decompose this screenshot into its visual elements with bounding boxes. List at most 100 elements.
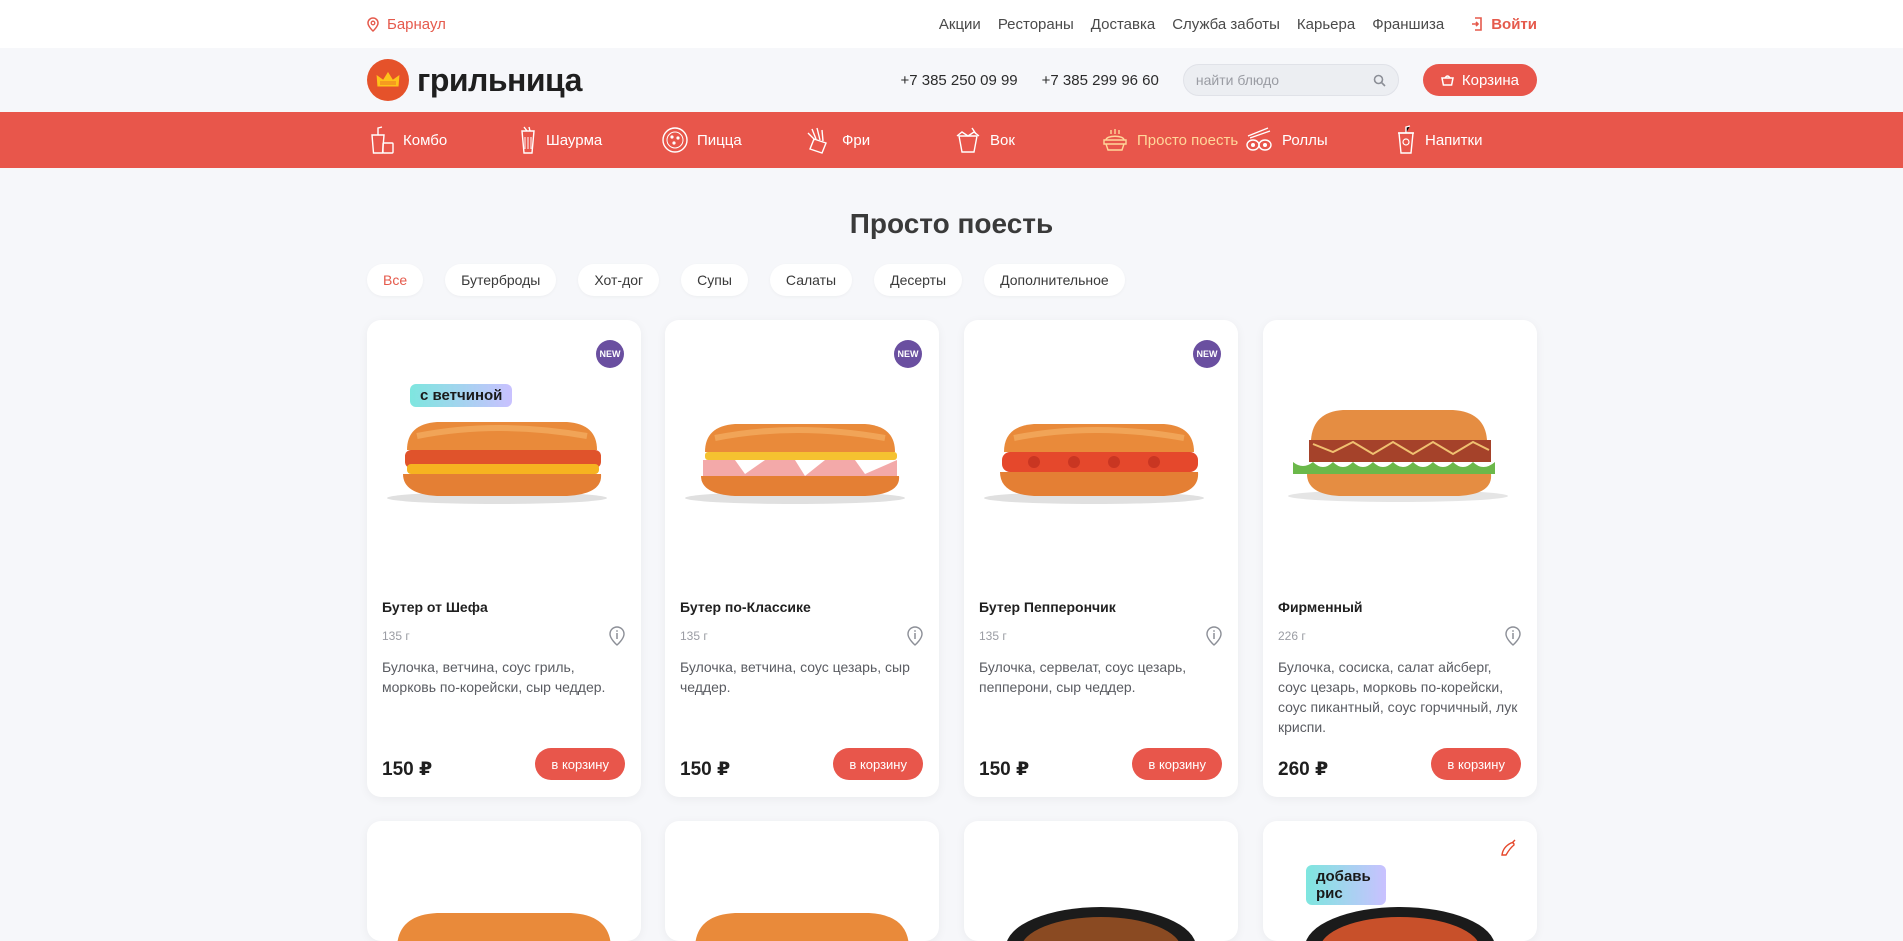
- crown-logo-icon: [367, 59, 409, 101]
- filter-chips: Все Бутерброды Хот-дог Супы Салаты Десер…: [367, 264, 1125, 296]
- category-label: Роллы: [1282, 131, 1328, 149]
- top-bar: Барнаул Акции Рестораны Доставка Служба …: [0, 0, 1903, 48]
- product-price: 150 ₽: [979, 759, 1030, 780]
- phone-2[interactable]: +7 385 299 96 60: [1042, 72, 1159, 89]
- wok-icon: [956, 127, 980, 153]
- product-name: Бутер Пепперончик: [979, 599, 1116, 615]
- combo-icon: [371, 126, 394, 154]
- add-to-cart-button[interactable]: в корзину: [1132, 748, 1222, 780]
- cart-button[interactable]: Корзина: [1422, 64, 1537, 96]
- category-label: Пицца: [697, 131, 742, 149]
- nutrition-info-icon[interactable]: [907, 626, 923, 651]
- nutrition-info-icon[interactable]: [609, 626, 625, 651]
- category-drinks[interactable]: Напитки: [1395, 125, 1483, 155]
- basket-icon: [1440, 75, 1454, 86]
- product-image: [397, 913, 611, 941]
- city-name: Барнаул: [387, 15, 446, 33]
- logo-text: грильница: [417, 61, 582, 98]
- promo-label: с ветчиной: [410, 384, 513, 407]
- filter-sandwiches[interactable]: Бутерброды: [445, 264, 557, 296]
- filter-desserts[interactable]: Десерты: [874, 264, 963, 296]
- add-to-cart-button[interactable]: в корзину: [535, 748, 625, 780]
- drinks-icon: [1398, 125, 1414, 154]
- chili-icon: [1501, 839, 1516, 856]
- new-badge: NEW: [1193, 340, 1221, 368]
- nav-career[interactable]: Карьера: [1297, 16, 1355, 33]
- cart-label: Корзина: [1461, 71, 1519, 89]
- product-price: 150 ₽: [680, 759, 731, 780]
- new-badge: NEW: [894, 340, 922, 368]
- location-pin-icon: [367, 16, 379, 32]
- product-card[interactable]: добавь рис: [1263, 821, 1537, 941]
- product-card[interactable]: [964, 821, 1238, 941]
- search-input[interactable]: [1195, 72, 1356, 88]
- product-weight: 135 г: [979, 629, 1007, 643]
- nutrition-info-icon[interactable]: [1505, 626, 1521, 651]
- logo[interactable]: грильница: [367, 59, 582, 101]
- main-header: грильница +7 385 250 09 99 +7 385 299 96…: [0, 48, 1903, 112]
- shawarma-icon: [521, 126, 535, 154]
- category-just-eat[interactable]: Просто поесть: [1101, 126, 1238, 154]
- category-label: Просто поесть: [1137, 131, 1239, 149]
- nutrition-info-icon[interactable]: [1206, 626, 1222, 651]
- new-badge: NEW: [596, 340, 624, 368]
- login-icon: [1472, 17, 1483, 31]
- rolls-icon: [1246, 127, 1272, 151]
- product-card[interactable]: NEW Бутер по-Классике 135 г Булочка, вет…: [665, 320, 939, 797]
- section-title: Просто поесть: [849, 208, 1054, 239]
- nav-support[interactable]: Служба заботы: [1172, 16, 1280, 33]
- top-nav: Акции Рестораны Доставка Служба заботы К…: [939, 16, 1537, 33]
- login-button[interactable]: Войти: [1471, 16, 1537, 33]
- category-combo[interactable]: Комбо: [369, 125, 447, 155]
- product-image: [974, 400, 1228, 510]
- product-card[interactable]: NEW Бутер Пепперончик 135 г Булочка, сер…: [964, 320, 1238, 797]
- filter-extras[interactable]: Дополнительное: [984, 264, 1125, 296]
- category-wok[interactable]: Вок: [954, 126, 1015, 154]
- pizza-icon: [662, 127, 688, 153]
- category-shawarma[interactable]: Шаурма: [518, 125, 602, 155]
- category-pizza[interactable]: Пицца: [661, 126, 742, 154]
- filter-all[interactable]: Все: [367, 264, 424, 296]
- category-label: Комбо: [403, 131, 448, 149]
- product-description: Булочка, сосиска, салат айсберг, соус це…: [1278, 659, 1518, 735]
- filter-salads[interactable]: Салаты: [769, 264, 853, 296]
- nav-franchise[interactable]: Франшиза: [1372, 16, 1444, 33]
- category-label: Вок: [990, 131, 1015, 149]
- category-label: Напитки: [1425, 131, 1483, 149]
- product-name: Бутер от Шефа: [382, 599, 488, 615]
- product-image: [1273, 400, 1527, 510]
- product-image: [675, 400, 929, 510]
- category-label: Фри: [842, 131, 871, 149]
- category-fries[interactable]: Фри: [804, 125, 870, 155]
- product-image: [377, 400, 631, 510]
- product-description: Булочка, ветчина, соус гриль, морковь по…: [382, 659, 606, 695]
- product-description: Булочка, сервелат, соус цезарь, пепперон…: [979, 659, 1187, 695]
- login-label: Войти: [1491, 15, 1537, 33]
- product-card[interactable]: Фирменный 226 г Булочка, сосиска, салат …: [1263, 320, 1537, 797]
- nav-delivery[interactable]: Доставка: [1091, 16, 1155, 33]
- product-name: Фирменный: [1278, 599, 1363, 615]
- nav-promotions[interactable]: Акции: [939, 16, 981, 33]
- add-to-cart-button[interactable]: в корзину: [1431, 748, 1521, 780]
- add-to-cart-button[interactable]: в корзину: [833, 748, 923, 780]
- product-card[interactable]: NEW с ветчиной Бутер от Шефа 135 г Булоч…: [367, 320, 641, 797]
- product-weight: 135 г: [382, 629, 410, 643]
- product-image: [1007, 907, 1195, 941]
- category-rolls[interactable]: Роллы: [1244, 126, 1328, 154]
- product-card[interactable]: [665, 821, 939, 941]
- product-name: Бутер по-Классике: [680, 599, 811, 615]
- search-box: [1182, 64, 1399, 96]
- product-weight: 135 г: [680, 629, 708, 643]
- product-price: 150 ₽: [382, 759, 433, 780]
- product-image: [695, 913, 909, 941]
- filter-soups[interactable]: Супы: [681, 264, 748, 296]
- product-weight: 226 г: [1278, 629, 1306, 643]
- nav-restaurants[interactable]: Рестораны: [998, 16, 1074, 33]
- search-icon[interactable]: [1373, 74, 1386, 87]
- phone-1[interactable]: +7 385 250 09 99: [900, 72, 1017, 89]
- just-eat-icon: [1103, 129, 1127, 151]
- city-selector[interactable]: Барнаул: [367, 16, 446, 33]
- filter-hotdog[interactable]: Хот-дог: [578, 264, 660, 296]
- category-bar: Комбо Шаурма Пицца Фри Вок Просто поесть…: [0, 112, 1903, 168]
- product-card[interactable]: [367, 821, 641, 941]
